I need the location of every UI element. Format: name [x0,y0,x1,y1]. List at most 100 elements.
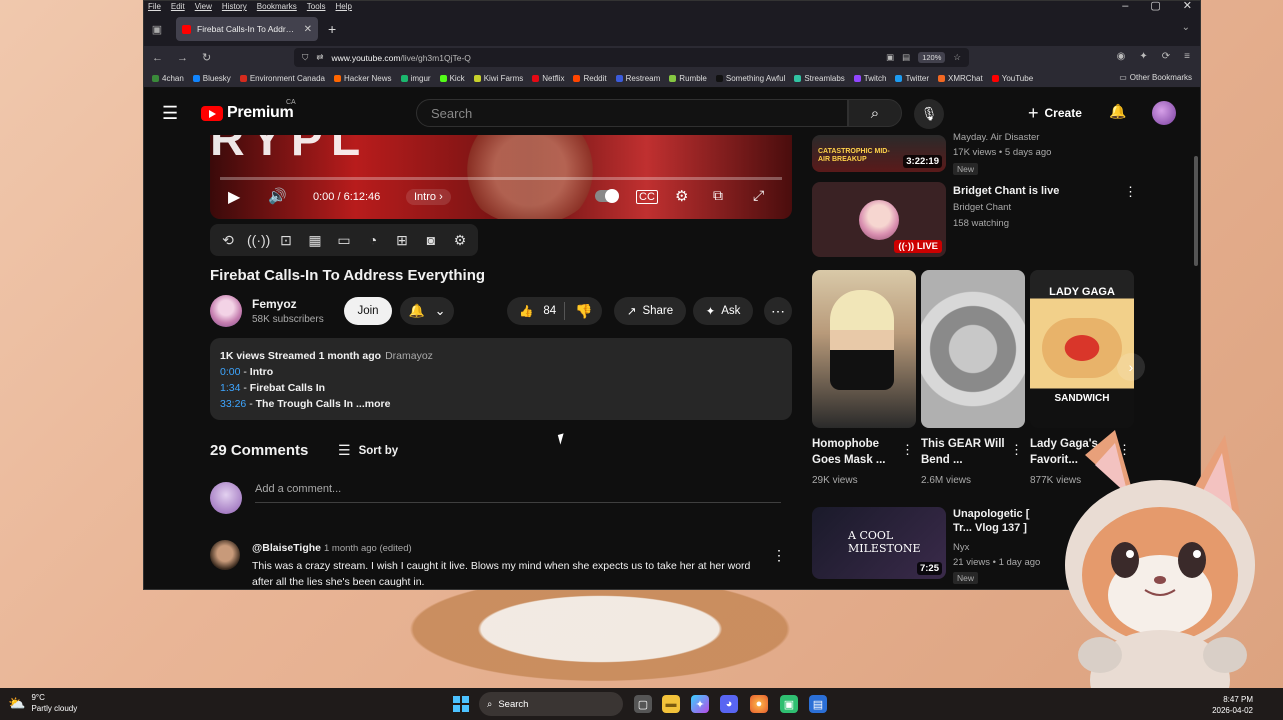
ask-button[interactable]: ✦ Ask [693,297,753,325]
menu-history[interactable]: History [222,2,247,11]
show-more-link[interactable]: ...more [356,398,390,410]
chevron-down-icon[interactable]: ⌄ [1182,22,1190,33]
zoom-level[interactable]: 120% [918,52,946,63]
settings-gear-icon[interactable]: ⚙ [675,187,688,205]
menu-edit[interactable]: Edit [171,2,185,11]
url-bar[interactable]: ⛉ ⇄ www.youtube.com/live/gh3m1QjTe-Q ▣ ▤… [294,48,969,67]
bookmark-youtube[interactable]: YouTube [991,74,1033,83]
windows-start-icon[interactable] [453,696,469,712]
description-box[interactable]: 1K views Streamed 1 month ago Dramayoz 0:… [210,338,792,420]
short-thumbnail[interactable] [812,270,916,428]
discord-icon[interactable]: ◕ [720,695,738,713]
sync-icon[interactable]: ⟳ [1162,51,1170,62]
bookmark-bluesky[interactable]: Bluesky [192,74,231,83]
recommended-title[interactable]: Unapologetic [ Tr... Vlog 137 ] [953,507,1048,535]
loop-icon[interactable]: ⟲ [218,232,238,249]
autoplay-toggle[interactable] [595,189,619,203]
add-box-icon[interactable]: ⊞ [392,232,412,249]
search-button[interactable]: ⌕ [848,99,902,127]
bookmark-environment-canada[interactable]: Environment Canada [239,74,325,83]
recommended-thumbnail[interactable]: CATASTROPHIC MID-AIR BREAKUP 3:22:19 [812,135,946,172]
comment-author-avatar[interactable] [210,540,240,570]
reload-icon[interactable]: ↻ [202,51,211,64]
weather-widget[interactable]: ⛅ 9°C Partly cloudy [8,692,77,714]
miniplayer-icon[interactable]: ⧉ [713,187,723,204]
page-scrollbar[interactable] [1194,156,1198,266]
subscription-notification-button[interactable]: 🔔 ⌄ [400,297,454,325]
bookmark-streamlabs[interactable]: Streamlabs [794,74,845,83]
chevron-right-icon[interactable]: › [1117,353,1145,381]
short-menu-icon[interactable]: ⋮ [901,442,914,458]
watch-later-icon[interactable]: ⊡ [276,232,296,249]
task-view-icon[interactable]: ▢ [634,695,652,713]
short-title[interactable]: Homophobe Goes Mask ... [812,436,902,468]
like-button[interactable]: 👍 84 [507,302,565,320]
dislike-button[interactable]: 👎 [565,303,592,320]
new-tab-icon[interactable]: + [328,21,336,37]
bookmark-kiwi-farms[interactable]: Kiwi Farms [473,74,523,83]
menu-file[interactable]: File [148,2,161,11]
bookmark-restream[interactable]: Restream [615,74,660,83]
more-actions-icon[interactable]: ⋯ [764,297,792,325]
close-window-icon[interactable]: ✕ [1183,1,1192,12]
chapter-timestamp[interactable]: 33:26 [220,398,246,410]
chapter-button[interactable]: Intro › [406,189,451,205]
captions-icon[interactable]: CC [636,190,658,204]
join-button[interactable]: Join [344,297,392,325]
minimize-icon[interactable]: – [1122,1,1128,12]
video-menu-icon[interactable]: ⋮ [1124,184,1137,200]
account-avatar[interactable] [1152,101,1176,125]
tab-list-icon[interactable]: ▣ [144,23,170,36]
bookmark-kick[interactable]: Kick [439,74,465,83]
bookmark-something-awful[interactable]: Something Awful [715,74,785,83]
short-thumbnail[interactable] [921,270,1025,428]
short-menu-icon[interactable]: ⋮ [1010,442,1023,458]
blue-app-icon[interactable]: ▤ [809,695,827,713]
video-player[interactable]: RYPL ▶ 🔊 0:00 / 6:12:46 Intro › CC ⚙ ⧉ ⤢ [210,135,792,219]
chapter-timestamp[interactable]: 0:00 [220,366,240,378]
tab-active[interactable]: Firebat Calls-In To Address Eve ✕ [176,17,318,41]
bookmark-hacker-news[interactable]: Hacker News [333,74,392,83]
system-clock[interactable]: 8:47 PM 2026-04-02 [1212,694,1253,716]
channel-name[interactable]: Bridget Chant [953,201,1011,214]
green-app-icon[interactable]: ▣ [780,695,798,713]
sort-by-button[interactable]: ☰ Sort by [338,442,398,459]
short-thumbnail[interactable]: LADY GAGA SANDWICH [1030,270,1134,428]
maximize-icon[interactable]: ▢ [1150,1,1160,12]
taskbar-search[interactable]: ⌕ Search [479,692,623,716]
back-icon[interactable]: ← [152,52,163,64]
extension-icon[interactable]: ◉ [1117,51,1126,62]
menu-tools[interactable]: Tools [307,2,326,11]
volume-icon[interactable]: 🔊 [268,187,287,205]
extension-settings-icon[interactable]: ⚙ [450,232,470,249]
star-icon[interactable]: ☆ [953,52,961,63]
chapter-timestamp[interactable]: 1:34 [220,382,240,394]
tab-close-icon[interactable]: ✕ [304,24,312,35]
bookmark-twitter[interactable]: Twitter [895,74,929,83]
youtube-logo[interactable]: Premium [201,104,294,122]
forward-icon[interactable]: → [177,52,188,64]
search-input[interactable]: Search [416,99,848,127]
copilot-icon[interactable]: ✦ [691,695,709,713]
channel-name[interactable]: Femyoz [252,297,297,311]
recommended-title[interactable]: Mayday. Air Disaster [953,131,1039,145]
permissions-icon[interactable]: ⇄ [316,52,323,63]
channel-name[interactable]: Nyx [953,541,969,554]
fullscreen-icon[interactable]: ⤢ [753,187,764,204]
hamburger-menu-icon[interactable]: ☰ [162,103,178,124]
bookmark-reddit[interactable]: Reddit [573,74,607,83]
aspect-ratio-icon[interactable]: ▭ [334,232,354,249]
app-menu-icon[interactable]: ≡ [1184,51,1190,62]
bookmark-twitch[interactable]: Twitch [853,74,886,83]
menu-view[interactable]: View [195,2,212,11]
bookmark-rumble[interactable]: Rumble [669,74,707,83]
recommended-thumbnail[interactable]: A COOL MILESTONE 7:25 [812,507,946,579]
notifications-bell-icon[interactable]: 🔔 [1109,103,1126,120]
bookmark-netflix[interactable]: Netflix [532,74,564,83]
broadcast-icon[interactable]: ((·)) [247,232,270,248]
bookmark-xmrchat[interactable]: XMRChat [938,74,983,83]
other-bookmarks[interactable]: ▭ Other Bookmarks [1119,73,1192,82]
picture-icon[interactable]: ▣ [886,52,894,63]
bookmark-4chan[interactable]: 4chan [152,74,184,83]
recommended-title[interactable]: Bridget Chant is live [953,184,1059,198]
